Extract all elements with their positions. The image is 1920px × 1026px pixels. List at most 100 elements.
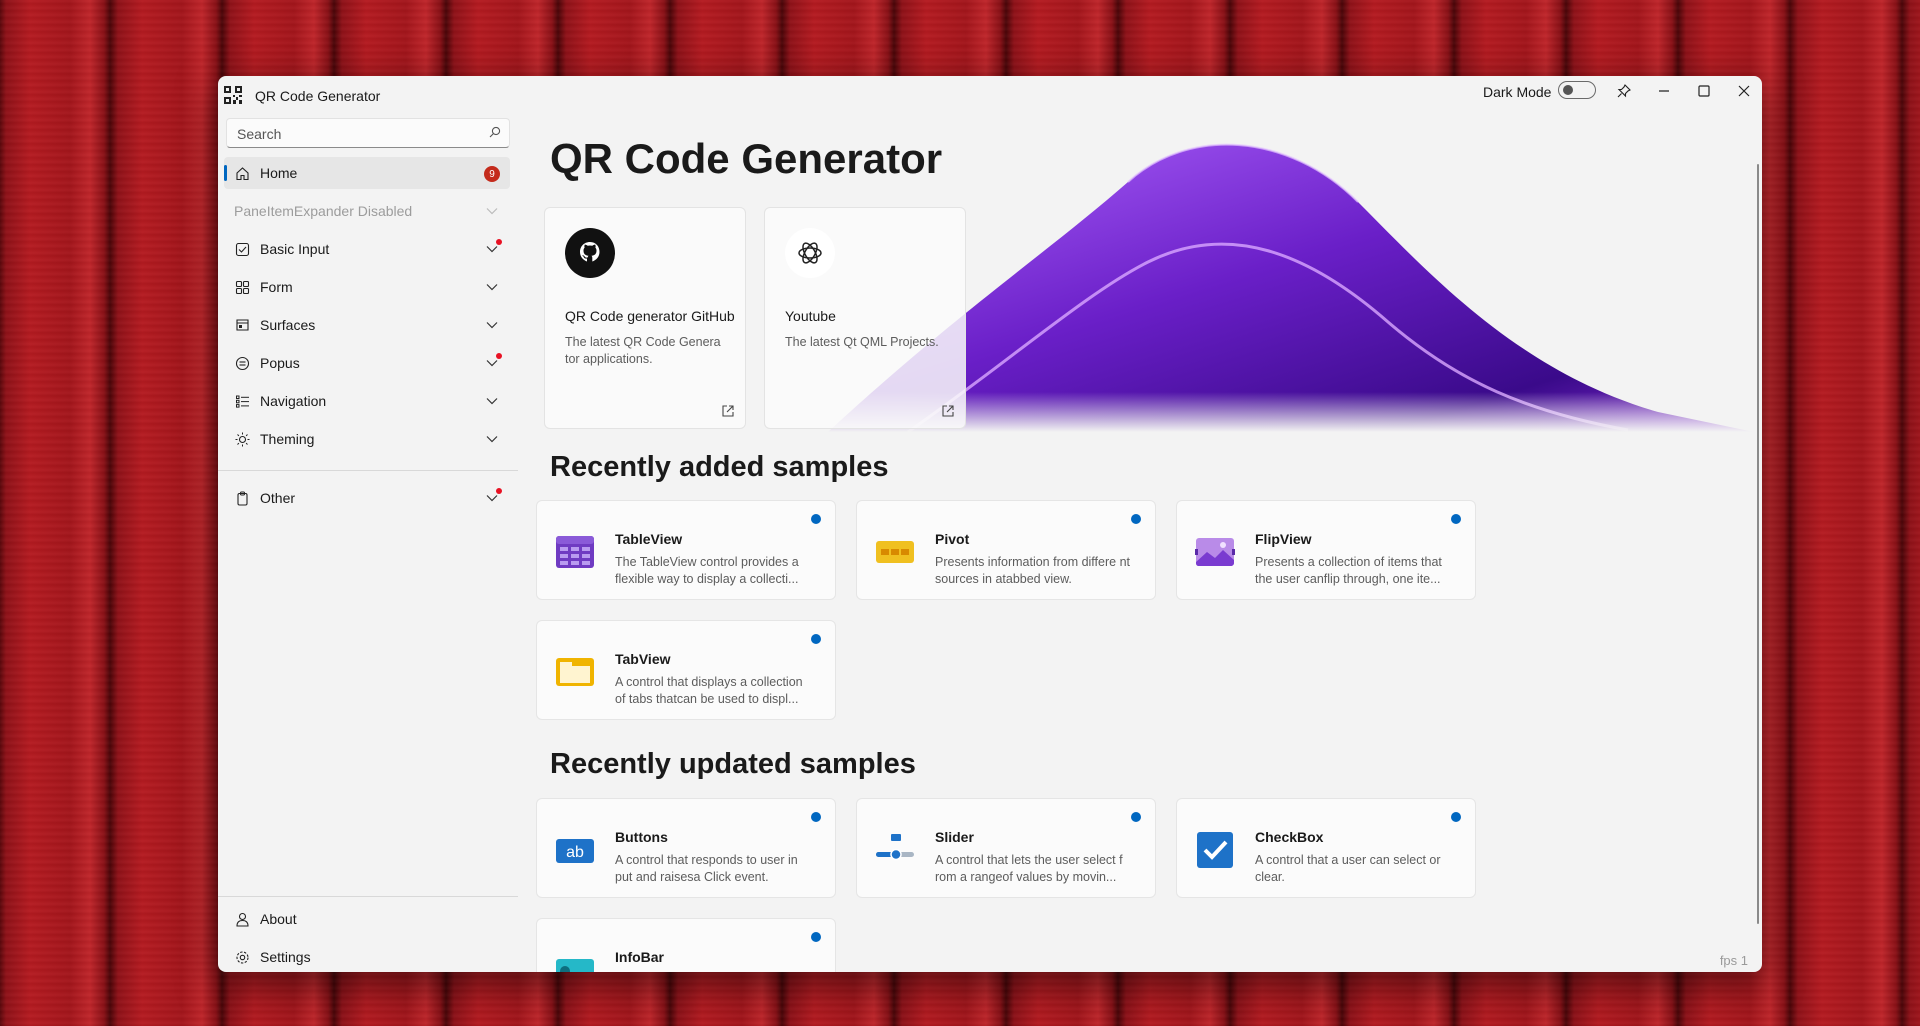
sample-card-title: Pivot (935, 531, 970, 547)
chevron-down-icon[interactable] (484, 359, 500, 367)
vertical-scrollbar[interactable] (1757, 164, 1759, 924)
sample-card-title: TabView (615, 651, 671, 667)
settings-icon (234, 949, 250, 965)
sample-card-flipview[interactable]: FlipView Presents a collection of items … (1176, 500, 1476, 600)
dark-mode-toggle[interactable] (1558, 81, 1596, 99)
sample-card-infobar[interactable]: InfoBar (536, 918, 836, 972)
sample-card-description: A control that a user can select or clea… (1255, 853, 1441, 884)
chevron-down-icon[interactable] (484, 245, 500, 253)
nav-item-home[interactable]: Home 9 (224, 157, 510, 189)
external-link-icon (722, 405, 734, 417)
buttons-icon-text: ab (566, 844, 584, 861)
link-card-description: The latest Qt QML Projects. (785, 335, 939, 349)
sample-card-title: InfoBar (615, 949, 664, 965)
search-icon[interactable] (489, 126, 501, 138)
sample-card-tableview[interactable]: TableView The TableView control provides… (536, 500, 836, 600)
nav-label: Other (260, 490, 296, 506)
link-card-title: QR Code generator GitHub (565, 308, 735, 324)
qr-code-icon (224, 86, 242, 104)
pin-button[interactable] (1604, 76, 1644, 106)
nav-item-surfaces[interactable]: Surfaces (224, 309, 510, 341)
chevron-down-icon[interactable] (484, 321, 500, 329)
maximize-button[interactable] (1684, 76, 1724, 106)
clipboard-icon (234, 490, 250, 506)
nav-item-paneitemexpander-disabled: PaneItemExpander Disabled (224, 195, 510, 227)
footer-divider (218, 896, 518, 897)
navigation-icon (234, 393, 250, 409)
navigation-pane: Home 9 PaneItemExpander Disabled Basic I… (218, 112, 518, 972)
notification-dot (496, 353, 502, 359)
nav-item-basic-input[interactable]: Basic Input (224, 233, 510, 265)
nav-label: PaneItemExpander Disabled (234, 203, 413, 219)
openai-icon (785, 228, 835, 278)
chevron-down-icon[interactable] (484, 283, 500, 291)
sample-card-title: FlipView (1255, 531, 1312, 547)
recently-updated-heading: Recently updated samples (550, 748, 916, 780)
title-bar: QR Code Generator Dark Mode (218, 76, 1762, 112)
dark-mode-label: Dark Mode (1483, 84, 1552, 100)
nav-label: Basic Input (260, 241, 330, 257)
close-icon (1738, 85, 1750, 97)
sample-card-checkbox[interactable]: CheckBox A control that a user can selec… (1176, 798, 1476, 898)
nav-item-theming[interactable]: Theming (224, 423, 510, 455)
window-title: QR Code Generator (255, 88, 381, 104)
sample-card-pivot[interactable]: Pivot Presents information from differe … (856, 500, 1156, 600)
nav-label: Popus (260, 355, 300, 371)
github-link-card[interactable]: QR Code generator GitHub The latest QR C… (544, 207, 746, 429)
search-box[interactable] (226, 118, 510, 148)
search-input[interactable] (235, 125, 479, 143)
nav-label: Settings (260, 949, 311, 965)
notification-dot (496, 239, 502, 245)
chevron-down-icon (484, 207, 500, 215)
close-button[interactable] (1724, 76, 1762, 106)
chevron-down-icon[interactable] (484, 397, 500, 405)
sample-card-slider[interactable]: Slider A control that lets the user sele… (856, 798, 1156, 898)
nav-item-navigation[interactable]: Navigation (224, 385, 510, 417)
sun-icon (234, 431, 250, 447)
nav-item-other[interactable]: Other (224, 482, 510, 514)
nav-label: Form (260, 279, 293, 295)
main-content: QR Code Generator QR Code generator GitH… (528, 112, 1762, 972)
chevron-down-icon[interactable] (484, 435, 500, 443)
person-icon (234, 911, 250, 927)
sample-card-description: The TableView control provides a flexibl… (615, 555, 799, 586)
youtube-link-card[interactable]: Youtube The latest Qt QML Projects. (764, 207, 966, 429)
flipview-icon (1195, 538, 1235, 566)
surfaces-icon (234, 317, 250, 333)
sample-card-description: Presents a collection of items that the … (1255, 555, 1442, 586)
slider-icon (876, 834, 914, 861)
nav-divider (218, 470, 518, 471)
new-indicator-dot (811, 812, 821, 822)
sample-card-description: A control that displays a collection of … (615, 675, 803, 706)
new-indicator-dot (1451, 812, 1461, 822)
nav-item-about[interactable]: About (224, 903, 510, 935)
checkbox-icon (234, 241, 250, 257)
sample-card-title: TableView (615, 531, 683, 547)
hero-banner: QR Code Generator QR Code generator GitH… (528, 112, 1754, 432)
pivot-icon (876, 541, 914, 563)
sample-card-buttons[interactable]: ab Buttons A control that responds to us… (536, 798, 836, 898)
buttons-icon: ab (556, 839, 594, 863)
nav-label: Theming (260, 431, 315, 447)
page-title: QR Code Generator (550, 135, 943, 182)
link-card-description: The latest QR Code Genera tor applicatio… (565, 335, 721, 366)
minimize-button[interactable] (1644, 76, 1684, 106)
sample-card-title: CheckBox (1255, 829, 1324, 845)
external-link-icon (942, 405, 954, 417)
sample-card-description: A control that responds to user in put a… (615, 853, 798, 884)
nav-item-settings[interactable]: Settings (224, 941, 510, 972)
new-indicator-dot (1451, 514, 1461, 524)
github-icon (565, 228, 615, 278)
nav-label: Navigation (260, 393, 327, 409)
popup-icon (234, 355, 250, 371)
new-indicator-dot (1131, 514, 1141, 524)
nav-item-popus[interactable]: Popus (224, 347, 510, 379)
checkbox-sample-icon (1197, 832, 1233, 868)
sample-card-title: Slider (935, 829, 974, 845)
chevron-down-icon[interactable] (484, 494, 500, 502)
recently-added-heading: Recently added samples (550, 451, 889, 483)
sample-card-tabview[interactable]: TabView A control that displays a collec… (536, 620, 836, 720)
sample-card-description: Presents information from differe nt sou… (935, 555, 1130, 586)
new-indicator-dot (811, 932, 821, 942)
nav-item-form[interactable]: Form (224, 271, 510, 303)
